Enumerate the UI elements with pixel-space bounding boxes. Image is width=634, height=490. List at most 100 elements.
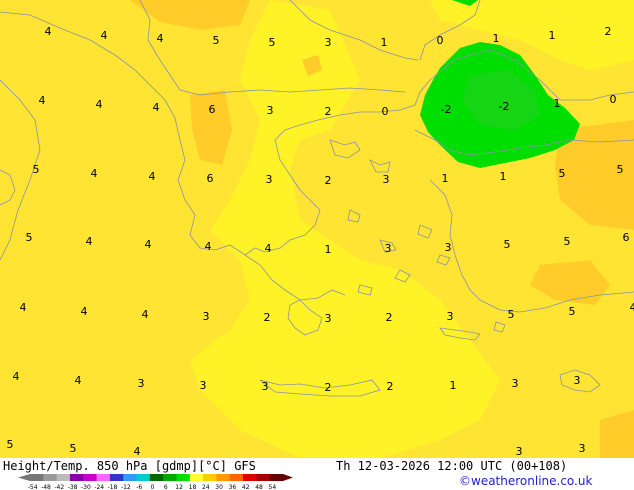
colorbar-swatch [163,474,177,481]
temperature-value: 3 [267,104,274,117]
temperature-value: 4 [149,170,156,183]
colorbar-swatch [136,474,151,481]
temperature-value: 4 [145,238,152,251]
site-credit[interactable]: ©weatheronline.co.uk [459,474,592,488]
temperature-value: 1 [493,32,500,45]
temperature-value: 2 [386,311,393,324]
temperature-value: 4 [205,240,212,253]
temperature-value: 5 [70,442,77,455]
colorbar-swatch [203,474,217,481]
colorbar-swatch [149,474,164,481]
temperature-value: 0 [382,105,389,118]
temperature-value: 3 [512,377,519,390]
temperature-value: 3 [516,445,523,458]
temperature-value: 2 [325,105,332,118]
temperature-value: 5 [213,34,220,47]
colorbar-label: -38 [68,484,78,490]
temperature-value: -2 [499,100,510,113]
map-title: Height/Temp. 850 hPa [gdmp][°C] GFS [3,459,256,473]
temperature-value: 4 [142,308,149,321]
colorbar-swatch [43,474,58,481]
temperature-value: 2 [264,311,271,324]
temperature-value: 3 [579,442,586,455]
colorbar-label: 48 [255,484,263,490]
temperature-value: 0 [437,34,444,47]
temperature-value: 5 [269,36,276,49]
weather-map: 4 4 4 5 5 3 1 0 1 1 24 4 4 6 3 2 0 -2 -2 1 05 4 4 6 3 2 3 1 1 5 55 4 4 4 4… [0,0,634,490]
colorbar-swatch [176,474,191,481]
colorbar-label: 36 [229,484,237,490]
temperature-value: 4 [157,32,164,45]
temperature-value: 5 [33,163,40,176]
temperature-value: 4 [265,242,272,255]
temperature-value: 1 [500,170,507,183]
temperature-value: 5 [569,305,576,318]
temperature-value: 0 [610,93,617,106]
temperature-value: 3 [325,312,332,325]
colorbar-label: 42 [242,484,250,490]
temperature-value: 3 [266,173,273,186]
temperature-value: 1 [325,243,332,256]
colorbar-swatch [109,474,124,481]
valid-time: Th 12-03-2026 12:00 UTC (00+108) [336,459,567,473]
colorbar-swatch [243,474,257,481]
temperature-value: 2 [387,380,394,393]
temperature-value: 2 [605,25,612,38]
temperature-value: 1 [554,97,561,110]
colorbar-swatch [123,474,138,481]
colorbar-swatch [189,474,204,481]
colorbar-label: -54 [28,484,38,490]
temperature-value: 3 [200,379,207,392]
temperature-value: 2 [325,174,332,187]
colorbar-label: -30 [81,484,91,490]
temperature-value: -2 [441,103,452,116]
temperature-value: 4 [39,94,46,107]
temperature-value: 3 [385,242,392,255]
temperature-value: 4 [96,98,103,111]
colorbar-label: 6 [164,484,168,490]
colorbar-label: -42 [54,484,64,490]
temperature-value: 3 [447,310,454,323]
colorbar-swatch [256,474,271,481]
temperature-value: 5 [26,231,33,244]
colorbar-swatch [229,474,244,481]
temperature-value: 6 [209,103,216,116]
colorbar-label: -24 [94,484,104,490]
temperature-value: 5 [564,235,571,248]
temperature-value: 3 [325,36,332,49]
colorbar-label: -6 [136,484,142,490]
temperature-value: 4 [13,370,20,383]
temperature-value: 1 [381,36,388,49]
temperature-value: 4 [630,301,634,314]
colorbar-swatch [216,474,231,481]
temperature-value: 4 [75,374,82,387]
colorbar-label: 12 [175,484,183,490]
temperature-value: 3 [445,241,452,254]
temperature-value: 6 [207,172,214,185]
colorbar-label: 54 [269,484,277,490]
colorbar-swatch [30,474,44,481]
colorbar-label: 0 [151,484,155,490]
colorbar-swatch [96,474,111,481]
temperature-value: 3 [383,173,390,186]
temperature-value: 3 [138,377,145,390]
temperature-value: 4 [101,29,108,42]
temperature-value: 4 [20,301,27,314]
colorbar-label: -18 [108,484,118,490]
temperature-value: 6 [623,231,630,244]
temperature-value: 1 [442,172,449,185]
temperature-value: 1 [450,379,457,392]
temperature-value: 5 [504,238,511,251]
temperature-value: 5 [559,167,566,180]
temperature-value: 3 [262,380,269,393]
temperature-value: 5 [7,438,14,451]
temperature-value: 4 [153,101,160,114]
colorbar-label: -12 [121,484,131,490]
temperature-value: 5 [617,163,624,176]
temperature-value: 4 [86,235,93,248]
colorbar-label: -48 [41,484,51,490]
colorbar-label: 30 [215,484,223,490]
temperature-value: 4 [45,25,52,38]
colorbar-label: 18 [189,484,197,490]
temperature-value: 4 [91,167,98,180]
